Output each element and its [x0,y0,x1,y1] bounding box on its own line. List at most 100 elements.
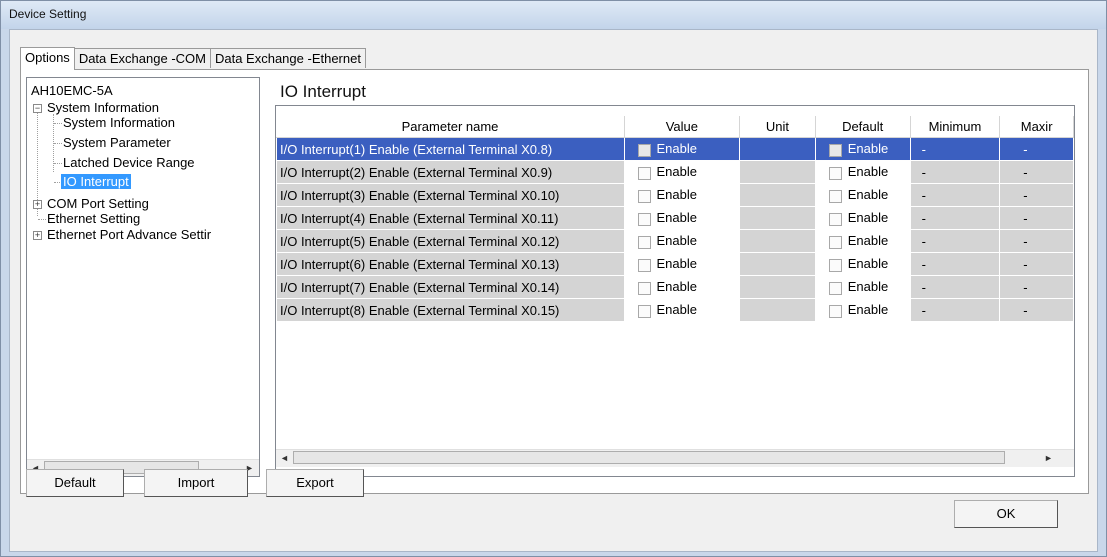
cell-default: Enable [814,160,911,184]
default-checkbox [828,304,842,318]
table-row[interactable]: I/O Interrupt(7) Enable (External Termin… [276,275,1074,299]
cell-unit [739,229,816,253]
enable-checkbox[interactable] [637,281,651,295]
expand-icon[interactable]: + [33,200,42,210]
cell-default-text: Enable [847,256,889,272]
cell-parameter-name: I/O Interrupt(3) Enable (External Termin… [276,183,625,207]
tree-root[interactable]: AH10EMC-5A [29,82,115,100]
col-header-maximum[interactable]: Maxir [999,116,1074,138]
scroll-left-icon[interactable]: ◄ [276,450,293,466]
cell-minimum-text: - [921,279,926,295]
default-checkbox [828,212,842,226]
tree-item-io-interrupt[interactable]: IO Interrupt [61,173,131,191]
tab-data-exchange-ethernet[interactable]: Data Exchange -Ethernet [209,48,366,68]
cell-parameter-name: I/O Interrupt(5) Enable (External Termin… [276,229,625,253]
cell-value-text: Enable [656,256,697,272]
cell-value[interactable]: Enable [623,229,741,253]
enable-checkbox[interactable] [637,166,651,180]
cell-default-text: Enable [847,279,889,295]
table-row[interactable]: I/O Interrupt(3) Enable (External Termin… [276,183,1074,207]
dialog-client-area: Options Data Exchange -COM Data Exchange… [9,29,1098,552]
export-button[interactable]: Export [266,469,364,497]
cell-parameter-name: I/O Interrupt(4) Enable (External Termin… [276,206,625,230]
cell-maximum: - [999,275,1074,299]
cell-unit [739,275,816,299]
cell-minimum: - [909,298,1001,322]
settings-tree[interactable]: AH10EMC-5A − System Information System In… [26,77,260,477]
cell-value[interactable]: Enable [623,183,741,207]
enable-checkbox[interactable] [637,212,651,226]
scroll-right-icon[interactable]: ► [1040,450,1057,466]
cell-value[interactable]: Enable [623,275,741,299]
cell-maximum-text: - [1023,302,1028,318]
cell-maximum: - [999,298,1074,322]
table-row[interactable]: I/O Interrupt(4) Enable (External Termin… [276,206,1074,230]
cell-parameter-name-text: I/O Interrupt(8) Enable (External Termin… [280,302,560,318]
tree-item-latched-device-range[interactable]: Latched Device Range [61,154,197,172]
cell-value[interactable]: Enable [623,206,741,230]
cell-value-text: Enable [656,141,697,157]
import-button[interactable]: Import [144,469,248,497]
default-button[interactable]: Default [26,469,124,497]
cell-parameter-name: I/O Interrupt(7) Enable (External Termin… [276,275,625,299]
default-checkbox [828,166,842,180]
cell-maximum-text: - [1023,187,1028,203]
title-bar[interactable]: Device Setting [1,1,1106,29]
cell-parameter-name-text: I/O Interrupt(7) Enable (External Termin… [280,279,560,295]
cell-default-text: Enable [847,210,889,226]
enable-checkbox[interactable] [637,235,651,249]
cell-default: Enable [814,206,911,230]
tree-item-system-parameter[interactable]: System Parameter [61,134,173,152]
cell-value-text: Enable [656,233,697,249]
cell-parameter-name: I/O Interrupt(1) Enable (External Termin… [276,137,625,161]
table-row[interactable]: I/O Interrupt(6) Enable (External Termin… [276,252,1074,276]
table-row[interactable]: I/O Interrupt(5) Enable (External Termin… [276,229,1074,253]
cell-maximum-text: - [1023,210,1028,226]
cell-minimum: - [909,160,1001,184]
cell-minimum: - [909,252,1001,276]
cell-value[interactable]: Enable [623,252,741,276]
cell-parameter-name-text: I/O Interrupt(5) Enable (External Termin… [280,233,560,249]
cell-unit [739,183,816,207]
enable-checkbox[interactable] [637,143,651,157]
col-header-unit[interactable]: Unit [739,116,816,138]
collapse-icon[interactable]: − [33,104,42,114]
cell-default: Enable [814,137,911,161]
tab-options[interactable]: Options [20,47,75,70]
table-row[interactable]: I/O Interrupt(8) Enable (External Termin… [276,298,1074,322]
cell-parameter-name-text: I/O Interrupt(4) Enable (External Termin… [280,210,559,226]
tree-item-system-information[interactable]: System Information [61,114,177,132]
table-row[interactable]: I/O Interrupt(2) Enable (External Termin… [276,160,1074,184]
cell-value[interactable]: Enable [623,298,741,322]
cell-value[interactable]: Enable [623,137,741,161]
enable-checkbox[interactable] [637,258,651,272]
col-header-parameter-name[interactable]: Parameter name [276,116,625,138]
tab-data-exchange-com[interactable]: Data Exchange -COM [73,48,211,68]
col-header-default[interactable]: Default [815,116,911,138]
col-header-value[interactable]: Value [624,116,741,138]
cell-minimum-text: - [921,233,926,249]
tab-strip: Options Data Exchange -COM Data Exchange… [20,47,366,70]
cell-maximum: - [999,206,1074,230]
table-row[interactable]: I/O Interrupt(1) Enable (External Termin… [276,137,1074,161]
col-header-minimum[interactable]: Minimum [910,116,1001,138]
enable-checkbox[interactable] [637,189,651,203]
cell-parameter-name-text: I/O Interrupt(1) Enable (External Termin… [280,141,553,157]
enable-checkbox[interactable] [637,304,651,318]
default-checkbox [828,281,842,295]
default-checkbox [828,258,842,272]
cell-maximum-text: - [1023,141,1028,157]
parameter-grid[interactable]: Parameter name Value Unit Default Minimu… [275,105,1075,477]
scrollbar-thumb[interactable] [293,451,1005,464]
expand-icon[interactable]: + [33,231,42,241]
grid-horizontal-scrollbar[interactable]: ◄ ► [276,449,1074,467]
cell-value[interactable]: Enable [623,160,741,184]
tree-node-ethernet-port-advance[interactable]: + Ethernet Port Advance Settir [33,226,213,244]
ok-button[interactable]: OK [954,500,1058,528]
cell-default: Enable [814,298,911,322]
cell-maximum: - [999,137,1074,161]
cell-default: Enable [814,275,911,299]
cell-maximum-text: - [1023,233,1028,249]
cell-minimum-text: - [921,164,926,180]
section-title: IO Interrupt [280,82,366,101]
